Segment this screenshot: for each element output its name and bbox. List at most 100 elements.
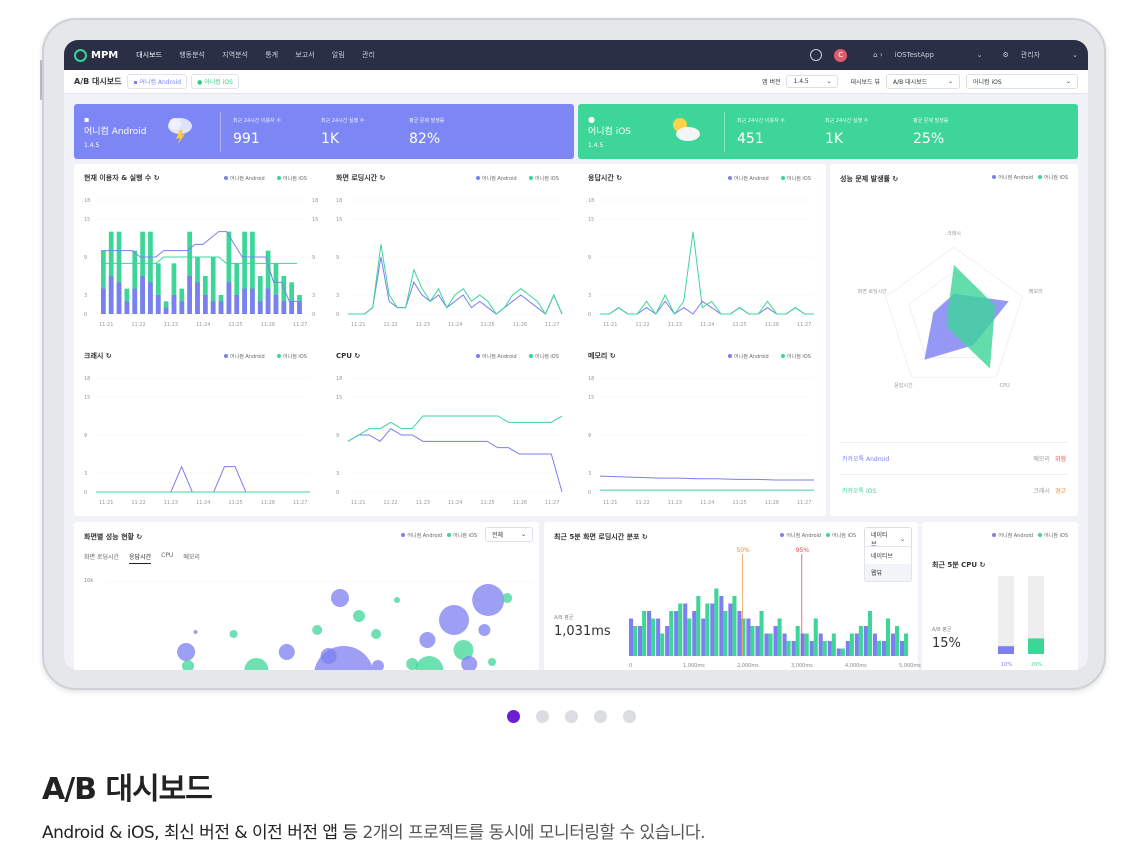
- menu-report[interactable]: 보고서: [295, 51, 314, 59]
- bar-android: [647, 611, 652, 656]
- cpu-bar-track: [998, 576, 1014, 654]
- tag-android[interactable]: ▪ 어니컴 Android: [127, 74, 188, 89]
- bubble: [244, 658, 269, 670]
- x-tick-label: 11:21: [99, 322, 113, 328]
- radar-row[interactable]: 카카오톡 iOS 크래시 경고: [842, 486, 1066, 495]
- bar-android: [791, 641, 796, 656]
- menu-admin[interactable]: 관리: [362, 51, 375, 59]
- language-icon[interactable]: [810, 49, 823, 61]
- line-ios: [348, 244, 563, 316]
- bar-android: [218, 301, 224, 314]
- bar-android: [124, 301, 130, 314]
- admin-label[interactable]: 관리자: [1021, 50, 1040, 60]
- bar-ios: [750, 626, 755, 656]
- tag-ios-label: 어니컴 iOS: [204, 79, 233, 86]
- home-icon[interactable]: ⌂ ›: [873, 51, 882, 59]
- x-tick-label: 11:21: [351, 322, 365, 328]
- tab-response[interactable]: 응답시간: [129, 552, 152, 564]
- metric-tabs: 화면 로딩시간 응답시간 CPU 메모리: [84, 552, 210, 564]
- radar-area-ios: [947, 265, 996, 369]
- bar-ios: [633, 626, 638, 656]
- carousel-dot[interactable]: [507, 710, 520, 723]
- tag-android-label: 어니컴 Android: [139, 79, 182, 86]
- y-tick-label: 3: [84, 293, 87, 299]
- bubble: [439, 605, 469, 635]
- bar-android: [746, 618, 751, 656]
- radar-row[interactable]: 카카오톡 Android 메모리 위험: [842, 454, 1066, 463]
- legend-android-label: 어니컴 Android: [482, 353, 517, 360]
- feature-description: Android & iOS, 최신 버전 & 이전 버전 앱 등 2개의 프로젝…: [42, 818, 706, 843]
- cpu-mini-card: 어니컴 Android 어니컴 iOS 최근 5분 CPU ↻ A/B 평균 15…: [922, 522, 1078, 670]
- x-tick-label: 11:24: [196, 322, 210, 328]
- tab-loading[interactable]: 화면 로딩시간: [84, 552, 119, 564]
- filter-select[interactable]: 전체 ⌄: [485, 527, 533, 542]
- legend-ios-dot: [781, 176, 785, 180]
- ios-version: 1.4.5: [588, 141, 604, 149]
- x-tick-label: 11:27: [293, 322, 307, 328]
- app-breadcrumb[interactable]: iOSTestApp: [895, 51, 965, 59]
- carousel-dot[interactable]: [536, 710, 549, 723]
- status-badge: 위험: [1054, 456, 1066, 463]
- bubble: [502, 593, 513, 603]
- dist-title: 최근 5분 화면 로딩시간 분포: [554, 533, 640, 541]
- menu-region[interactable]: 지역분석: [222, 51, 248, 59]
- avg-value: 1,031ms: [554, 624, 611, 639]
- bubble: [419, 632, 436, 648]
- line-ios: [600, 231, 814, 315]
- chart-title: 메모리 ↻: [588, 351, 616, 360]
- menu-alert[interactable]: 알림: [332, 51, 345, 59]
- menu-stats[interactable]: 통계: [265, 51, 278, 59]
- y-tick-label: 18: [588, 198, 594, 204]
- bar-android: [872, 633, 877, 656]
- carousel-dot[interactable]: [623, 710, 636, 723]
- y-tick-label: 3: [588, 293, 591, 299]
- project-value: 어니컴 iOS: [973, 79, 1002, 86]
- x-tick-label: 11:22: [131, 322, 145, 328]
- dashboard-view-select[interactable]: A/B 대시보드 ⌄: [886, 74, 960, 89]
- refresh-icon[interactable]: ↻: [642, 533, 648, 541]
- x-tick-label: 11:27: [545, 500, 559, 506]
- x-tick-label: 11:27: [293, 500, 307, 506]
- bar-android: [719, 596, 724, 656]
- stat-value: 1K: [825, 130, 844, 147]
- chevron-down-icon[interactable]: ⌄: [1072, 51, 1078, 59]
- x-tick-label: 11:26: [261, 322, 275, 328]
- x-tick-label: 11:21: [351, 500, 365, 506]
- x-tick-label: 11:23: [668, 322, 682, 328]
- menu-dashboard[interactable]: 대시보드: [136, 51, 162, 59]
- menu-behavior[interactable]: 행동분석: [179, 51, 205, 59]
- project-select[interactable]: 어니컴 iOS ⌄: [966, 74, 1078, 89]
- bar-android: [818, 633, 823, 656]
- refresh-icon[interactable]: ↻: [892, 175, 898, 183]
- brand-logo[interactable]: MPM: [74, 48, 118, 62]
- android-summary-card[interactable]: ▪ 어니컴 Android 1.4.5 최근 24시간 이용자 수 991 최근 24…: [74, 104, 574, 159]
- bar-ios: [777, 618, 782, 656]
- x-tick-label: 11:25: [228, 500, 242, 506]
- tab-memory[interactable]: 메모리: [183, 552, 200, 564]
- refresh-icon[interactable]: ↻: [136, 533, 142, 541]
- tab-cpu[interactable]: CPU: [161, 552, 173, 564]
- legend-android-label: 어니컴 Android: [734, 175, 769, 182]
- x-tick-label: 11:24: [448, 500, 462, 506]
- bar-android: [140, 276, 145, 314]
- bar-ios: [732, 596, 737, 656]
- y-tick-label: 0: [84, 312, 87, 318]
- carousel-dot[interactable]: [594, 710, 607, 723]
- x-tick-label: 11:24: [700, 500, 714, 506]
- gear-icon[interactable]: ⚙: [1003, 51, 1009, 59]
- bar-android: [171, 295, 177, 314]
- bar-android: [101, 288, 106, 314]
- app-version-select[interactable]: 1.4.5 ⌄: [786, 75, 839, 88]
- tag-ios[interactable]: ● 어니컴 iOS: [191, 74, 239, 89]
- bar-android: [638, 626, 643, 656]
- carousel-dot[interactable]: [565, 710, 578, 723]
- thunderstorm-icon: [164, 114, 208, 150]
- ios-project-name: 어니컴 iOS: [588, 126, 631, 137]
- refresh-icon[interactable]: ↻: [979, 561, 985, 569]
- bar-android: [265, 288, 271, 314]
- ios-summary-card[interactable]: ● 어니컴 iOS 1.4.5 최근 24시간 이용자 수 451 최근 24시간 실…: [578, 104, 1078, 159]
- chevron-down-icon[interactable]: ⌄: [977, 51, 983, 59]
- y-tick-label: 18: [336, 376, 342, 382]
- android-icon: ▪: [84, 114, 90, 124]
- avatar[interactable]: C: [834, 48, 848, 62]
